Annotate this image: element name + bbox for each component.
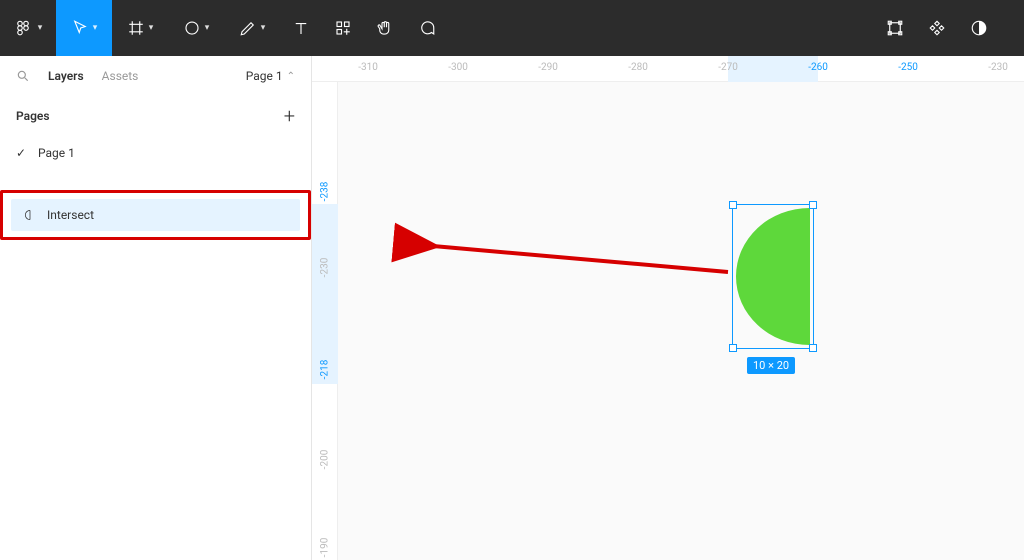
present-button[interactable]: [958, 0, 1000, 56]
frame-tool-button[interactable]: ▾: [112, 0, 168, 56]
ruler-tick: -190: [319, 538, 330, 558]
chevron-down-icon: ▾: [38, 23, 43, 33]
search-icon[interactable]: [16, 69, 30, 83]
chevron-down-icon: ▾: [93, 23, 98, 33]
ruler-tick: -250: [898, 62, 918, 73]
chevron-down-icon: ▾: [149, 23, 154, 33]
frame-icon: [127, 19, 145, 37]
diamond-grid-icon: [928, 19, 946, 37]
ruler-tick: -310: [358, 62, 378, 73]
page-row-label: Page 1: [38, 146, 75, 160]
chevron-up-icon: ⌃: [287, 71, 295, 82]
page-selector[interactable]: Page 1 ⌃: [246, 69, 295, 83]
ruler-v-selection: [312, 204, 338, 384]
half-circle-icon: [970, 19, 988, 37]
dev-mode-button[interactable]: [874, 0, 916, 56]
hand-icon: [376, 19, 394, 37]
text-icon: [292, 19, 310, 37]
layer-row-intersect[interactable]: Intersect: [11, 199, 300, 231]
top-toolbar: ▾ ▾ ▾ ▾ ▾: [0, 0, 1024, 56]
check-icon: ✓: [16, 146, 28, 160]
page-selector-label: Page 1: [246, 69, 283, 83]
ruler-tick: -230: [988, 62, 1008, 73]
canvas[interactable]: 10 × 20: [338, 82, 1024, 560]
bounding-box-icon: [886, 19, 904, 37]
move-tool-button[interactable]: ▾: [56, 0, 112, 56]
pages-header: Pages +: [0, 96, 311, 136]
left-panel-tabs: Layers Assets Page 1 ⌃: [0, 56, 311, 96]
ruler-tick: -200: [319, 450, 330, 470]
annotation-arrow: [338, 82, 1024, 560]
ruler-tick: -300: [448, 62, 468, 73]
pages-header-label: Pages: [16, 109, 50, 123]
dimensions-label: 10 × 20: [747, 357, 795, 374]
selection-box[interactable]: [732, 204, 814, 349]
ruler-tick: -290: [538, 62, 558, 73]
ruler-tick: -238: [319, 182, 330, 202]
handle-nw[interactable]: [729, 201, 737, 209]
tab-assets[interactable]: Assets: [102, 69, 139, 83]
shape-tool-button[interactable]: ▾: [168, 0, 224, 56]
intersect-icon: [23, 208, 37, 222]
vertical-ruler[interactable]: -238 -230 -218 -200 -190: [312, 82, 338, 560]
handle-se[interactable]: [809, 344, 817, 352]
resources-button[interactable]: [322, 0, 364, 56]
layer-row-label: Intersect: [47, 208, 94, 222]
chevron-down-icon: ▾: [205, 23, 210, 33]
ruler-tick: -218: [319, 360, 330, 380]
figma-logo-icon: [14, 19, 32, 37]
pen-tool-button[interactable]: ▾: [224, 0, 280, 56]
plugins-button[interactable]: [916, 0, 958, 56]
ruler-tick: -280: [628, 62, 648, 73]
hand-tool-button[interactable]: [364, 0, 406, 56]
handle-ne[interactable]: [809, 201, 817, 209]
chevron-down-icon: ▾: [261, 23, 266, 33]
page-row[interactable]: ✓ Page 1: [0, 136, 311, 170]
ruler-tick: -270: [718, 62, 738, 73]
cursor-icon: [71, 19, 89, 37]
handle-sw[interactable]: [729, 344, 737, 352]
figma-menu-button[interactable]: ▾: [0, 0, 56, 56]
horizontal-ruler[interactable]: -310-300-290-280-270-260-250-230-20: [312, 56, 1024, 82]
add-page-button[interactable]: +: [284, 104, 295, 128]
ellipse-icon: [183, 19, 201, 37]
annotation-highlight: Intersect: [0, 190, 311, 240]
ruler-tick: -230: [319, 258, 330, 278]
comment-tool-button[interactable]: [406, 0, 448, 56]
ruler-h-selection: [728, 56, 818, 82]
toolbar-right: [874, 0, 1024, 56]
comment-icon: [418, 19, 436, 37]
ruler-tick: -260: [808, 62, 828, 73]
left-panel: Layers Assets Page 1 ⌃ Pages + ✓ Page 1 …: [0, 56, 312, 560]
resources-icon: [334, 19, 352, 37]
pen-icon: [239, 19, 257, 37]
text-tool-button[interactable]: [280, 0, 322, 56]
tab-layers[interactable]: Layers: [48, 69, 84, 83]
